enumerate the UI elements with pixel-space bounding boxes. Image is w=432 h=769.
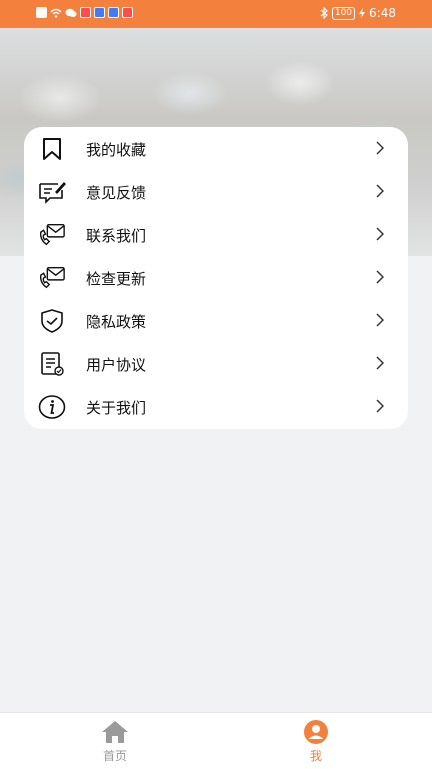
info-icon [38,393,66,421]
chevron-right-icon [374,353,386,373]
contact-icon [38,221,66,249]
menu-item-check-update[interactable]: 检查更新 [24,256,408,299]
menu-item-label: 联系我们 [86,227,147,245]
menu-item-contact[interactable]: 联系我们 [24,213,408,256]
menu-item-label: 检查更新 [86,270,147,288]
wifi-icon [50,8,62,18]
document-icon [38,350,66,378]
shield-icon [38,307,66,335]
menu-item-privacy-policy[interactable]: 隐私政策 [24,299,408,342]
feedback-icon [38,178,66,206]
tab-home[interactable]: 首页 [65,713,165,769]
app-icon-blue-2 [108,7,119,18]
chevron-right-icon [374,224,386,244]
menu-item-label: 隐私政策 [86,313,147,331]
chevron-right-icon [374,396,386,416]
update-icon [38,264,66,292]
system-status: 100 6:48 [320,6,396,20]
menu-card: 我的收藏 意见反馈 联系我们 检查更新 隐私政策 用户协议 关于我们 [24,127,408,429]
app-icon-red [80,7,91,18]
chevron-right-icon [374,310,386,330]
bookmark-icon [38,135,66,163]
menu-item-favorites[interactable]: 我的收藏 [24,127,408,170]
menu-item-user-agreement[interactable]: 用户协议 [24,342,408,385]
clock: 6:48 [369,6,396,20]
menu-item-label: 关于我们 [86,399,147,417]
menu-item-label: 用户协议 [86,356,147,374]
tab-me-label: 我 [309,749,322,763]
menu-item-about-us[interactable]: 关于我们 [24,385,408,428]
bottom-tab-bar: 首页 我 [0,712,432,769]
tab-home-label: 首页 [102,749,127,763]
alert-icon [36,7,47,18]
tab-me[interactable]: 我 [266,713,366,769]
charging-icon [359,8,366,18]
menu-item-label: 我的收藏 [86,141,147,159]
menu-item-label: 意见反馈 [86,184,147,202]
battery-level: 100 [331,6,356,20]
chevron-right-icon [374,138,386,158]
wechat-icon [65,8,77,17]
user-icon [302,719,330,745]
bluetooth-icon [320,7,328,19]
chevron-right-icon [374,181,386,201]
notification-icons [36,7,133,18]
chevron-right-icon [374,267,386,287]
menu-item-feedback[interactable]: 意见反馈 [24,170,408,213]
status-bar: 100 6:48 [0,0,432,28]
home-icon [101,719,129,745]
app-icon-red-2 [122,7,133,18]
app-icon-blue [94,7,105,18]
